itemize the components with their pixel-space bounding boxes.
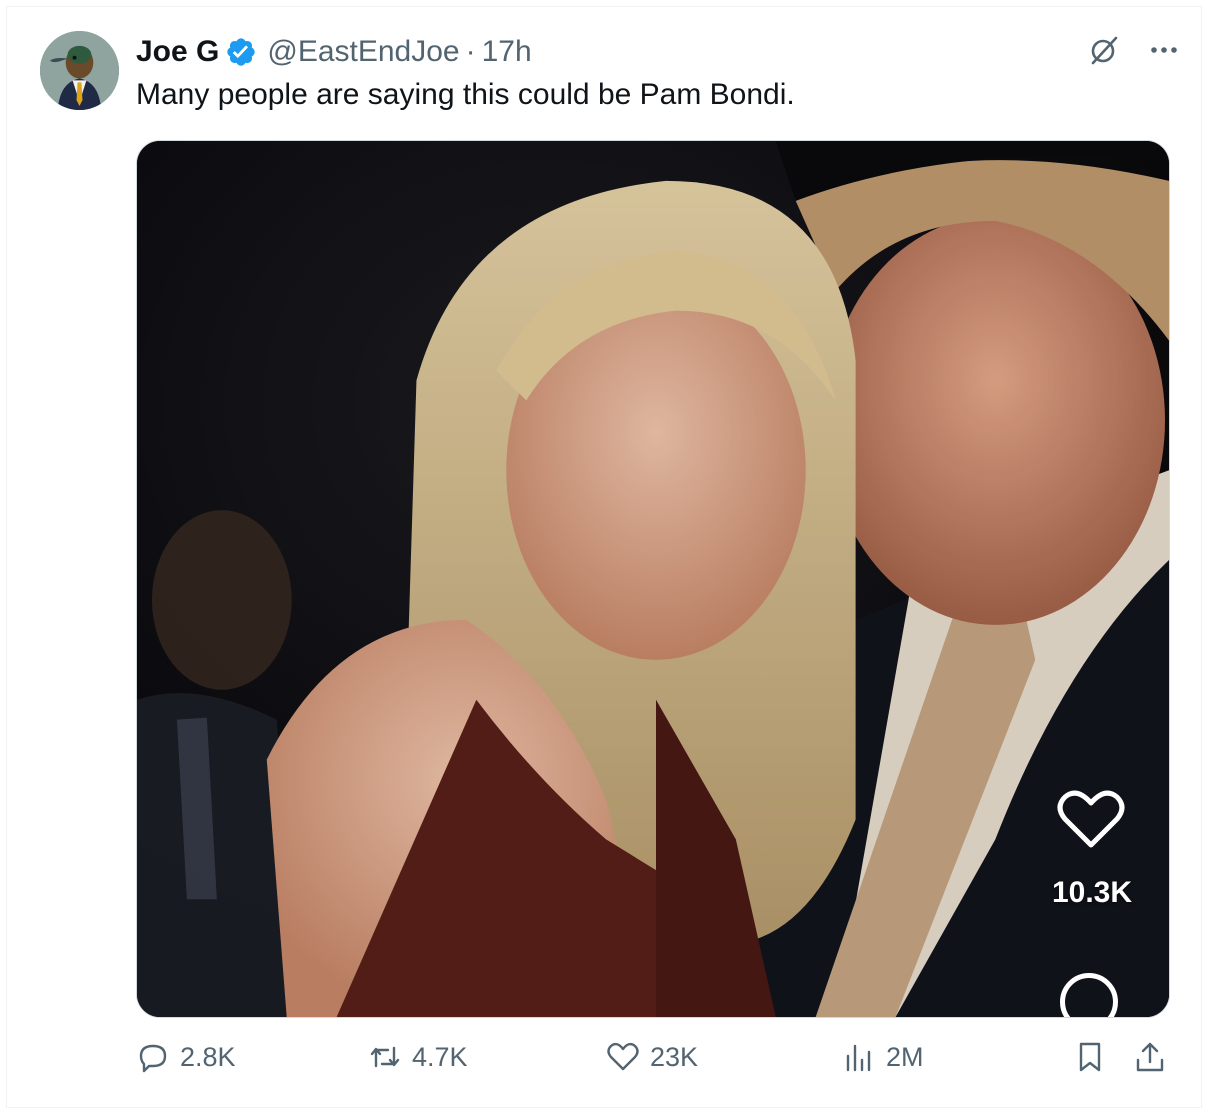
- media-like-icon[interactable]: [1057, 785, 1125, 853]
- views-count: 2M: [886, 1041, 924, 1072]
- header-separator: ·: [465, 35, 476, 68]
- like-icon: [607, 1042, 639, 1071]
- reply-count: 2.8K: [180, 1041, 236, 1072]
- tweet-time[interactable]: 17h: [482, 35, 532, 69]
- bookmark-button[interactable]: [1073, 1040, 1107, 1074]
- grok-icon[interactable]: [1084, 30, 1124, 70]
- author-handle[interactable]: @EastEndJoe: [267, 35, 459, 69]
- like-button[interactable]: 23K: [606, 1040, 698, 1074]
- share-icon: [1136, 1042, 1164, 1072]
- reply-icon: [139, 1044, 167, 1073]
- media-like-count: 10.3K: [1051, 876, 1133, 909]
- tweet-top-actions: [1084, 30, 1184, 70]
- repost-count: 4.7K: [412, 1041, 468, 1072]
- more-icon[interactable]: [1144, 30, 1184, 70]
- tweet-media[interactable]: 10.3K: [136, 140, 1170, 1018]
- verified-icon: [225, 36, 257, 68]
- tweet-text: Many people are saying this could be Pam…: [136, 78, 795, 111]
- views-button[interactable]: 2M: [842, 1040, 924, 1074]
- like-count: 23K: [650, 1041, 699, 1072]
- photo-image: [137, 141, 1169, 1017]
- author-name[interactable]: Joe G: [136, 35, 219, 69]
- tweet-header: Joe G @EastEndJoe · 17h: [136, 32, 532, 72]
- bookmark-icon: [1079, 1042, 1101, 1072]
- avatar[interactable]: [40, 31, 119, 110]
- share-button[interactable]: [1133, 1040, 1167, 1074]
- repost-button[interactable]: 4.7K: [368, 1040, 468, 1074]
- views-icon: [846, 1044, 871, 1072]
- tweet-actions: 2.8K 4.7K 23K 2M: [136, 1040, 1176, 1090]
- reply-button[interactable]: 2.8K: [136, 1040, 236, 1074]
- retweet-icon: [370, 1046, 400, 1068]
